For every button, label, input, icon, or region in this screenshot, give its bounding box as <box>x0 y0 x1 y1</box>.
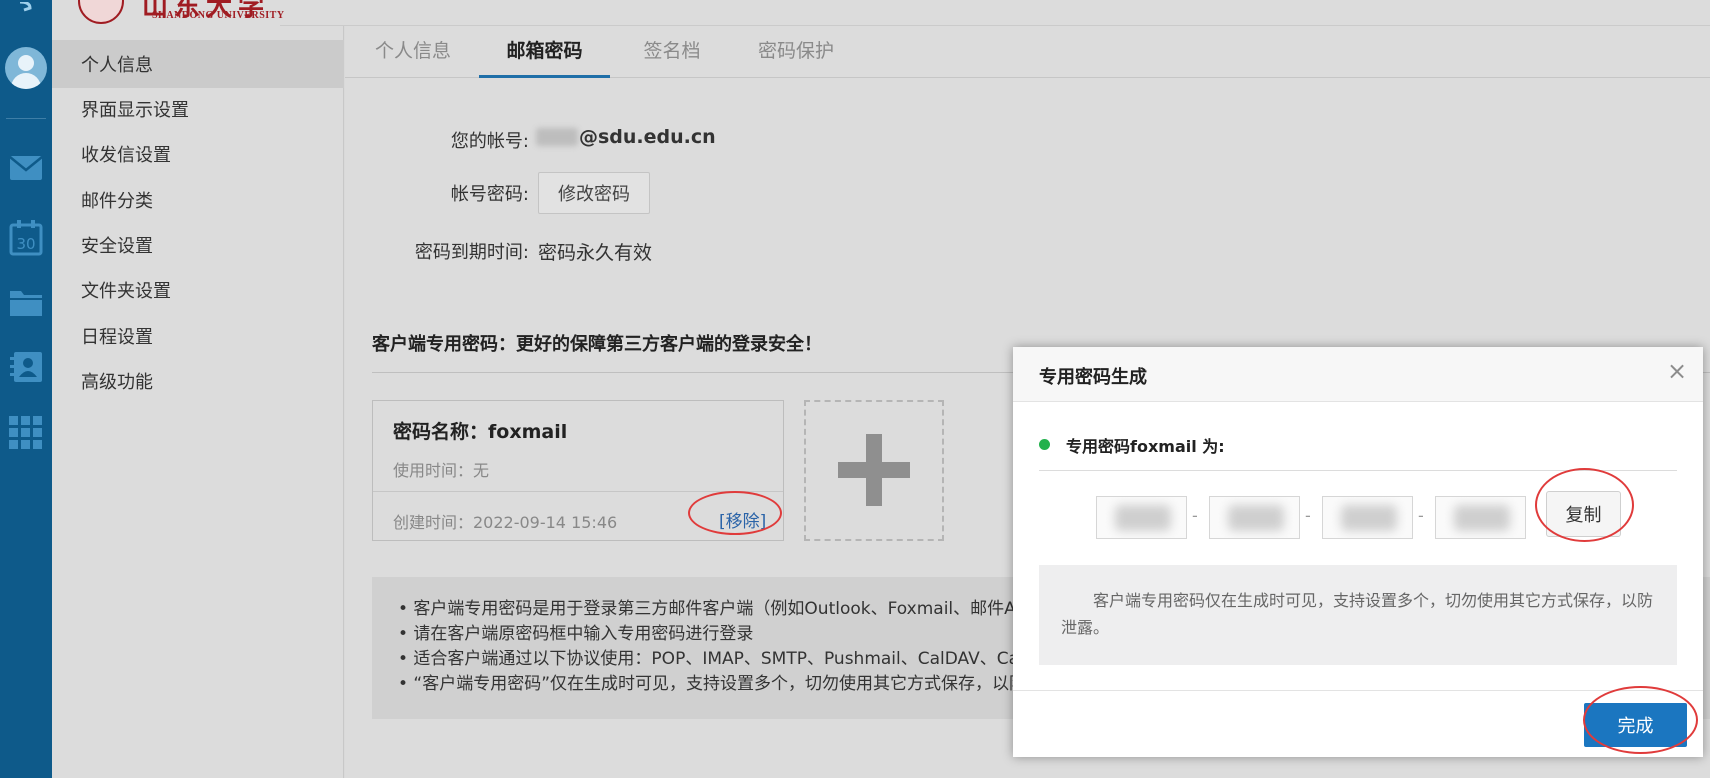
settings-nav-display[interactable]: 界面显示设置 <box>52 85 344 133</box>
settings-nav-label: 日程设置 <box>81 327 153 348</box>
settings-nav-label: 高级功能 <box>81 372 153 393</box>
calendar-day-number: 30 <box>16 235 35 253</box>
settings-nav-label: 安全设置 <box>81 236 153 257</box>
tab-mailbox-password[interactable]: 邮箱密码 <box>479 36 610 78</box>
settings-nav-label: 文件夹设置 <box>81 281 171 302</box>
expire-label: 密码到期时间: <box>414 242 529 263</box>
account-email: @sdu.edu.cn <box>579 126 716 148</box>
tab-label: 邮箱密码 <box>506 40 583 62</box>
settings-sidebar: 个人信息 界面显示设置 收发信设置 邮件分类 安全设置 文件夹设置 日程设置 高… <box>52 26 344 778</box>
settings-nav-label: 收发信设置 <box>81 145 171 166</box>
status-dot-icon <box>1039 439 1050 450</box>
contacts-icon[interactable] <box>0 348 52 386</box>
tab-label: 签名档 <box>643 40 701 62</box>
password-segment-2 <box>1209 496 1300 539</box>
settings-nav-mail-categories[interactable]: 邮件分类 <box>52 176 344 224</box>
dialog-title: 专用密码生成 <box>1039 367 1147 388</box>
highlight-circle-remove <box>688 491 782 535</box>
add-client-password-button[interactable] <box>804 400 944 541</box>
compose-icon[interactable] <box>0 0 52 18</box>
settings-tab-bar: 个人信息 邮箱密码 签名档 密码保护 <box>345 26 1710 78</box>
close-icon[interactable]: × <box>1667 359 1687 383</box>
settings-nav-label: 界面显示设置 <box>81 100 189 121</box>
password-used-time: 使用时间：无 <box>393 461 490 480</box>
expire-value: 密码永久有效 <box>538 242 653 264</box>
settings-nav-folders[interactable]: 文件夹设置 <box>52 266 344 314</box>
client-password-section-title: 客户端专用密码：更好的保障第三方客户端的登录安全！ <box>372 334 822 355</box>
password-label: 帐号密码: <box>450 184 529 205</box>
settings-nav-label: 邮件分类 <box>81 191 153 212</box>
tab-label: 密码保护 <box>757 40 834 62</box>
password-dash: - <box>1418 506 1424 525</box>
dialog-tip: 客户端专用密码仅在生成时可见，支持设置多个，切勿使用其它方式保存，以防泄露。 <box>1039 565 1677 665</box>
calendar-icon[interactable]: 30 <box>0 218 52 258</box>
university-seal-logo <box>78 0 124 24</box>
avatar[interactable] <box>0 44 52 92</box>
tab-password-protection[interactable]: 密码保护 <box>755 36 837 78</box>
account-username-redacted <box>536 128 578 146</box>
dialog-subtitle: 专用密码foxmail 为: <box>1066 437 1225 456</box>
password-segment-4 <box>1435 496 1526 539</box>
tab-signature[interactable]: 签名档 <box>641 36 703 78</box>
highlight-circle-done <box>1583 686 1698 754</box>
settings-nav-advanced[interactable]: 高级功能 <box>52 357 344 405</box>
app-icon-bar: 30 <box>0 0 52 778</box>
settings-nav-send-receive[interactable]: 收发信设置 <box>52 130 344 178</box>
apps-grid-icon[interactable] <box>0 414 52 452</box>
avatar-icon <box>5 47 47 89</box>
icon-bar-divider <box>0 118 52 119</box>
password-segment-3 <box>1322 496 1413 539</box>
change-password-button[interactable]: 修改密码 <box>538 172 650 214</box>
password-generated-dialog: 专用密码生成 × 专用密码foxmail 为: - - - 复制 客户端专用密码… <box>1013 347 1703 757</box>
settings-nav-label: 个人信息 <box>81 55 153 76</box>
password-created-time: 创建时间：2022-09-14 15:46 <box>393 513 618 532</box>
university-name-en: SHANDONG UNIVERSITY <box>152 10 285 21</box>
highlight-circle-copy <box>1535 468 1634 542</box>
account-label: 您的帐号: <box>450 131 529 152</box>
tab-personal-info[interactable]: 个人信息 <box>372 36 454 78</box>
folder-icon[interactable] <box>0 284 52 320</box>
password-name: 密码名称：foxmail <box>393 421 568 443</box>
settings-nav-personal-info[interactable]: 个人信息 <box>52 40 344 88</box>
password-dash: - <box>1192 506 1198 525</box>
settings-nav-security[interactable]: 安全设置 <box>52 221 344 269</box>
password-segment-1 <box>1096 496 1187 539</box>
tab-label: 个人信息 <box>374 40 451 62</box>
mail-icon[interactable] <box>0 152 52 184</box>
dialog-header: 专用密码生成 × <box>1013 347 1703 402</box>
plus-icon-bar <box>838 462 910 478</box>
header-logo-strip: 山东大学 SHANDONG UNIVERSITY <box>52 0 1710 26</box>
settings-nav-calendar[interactable]: 日程设置 <box>52 312 344 360</box>
password-dash: - <box>1305 506 1311 525</box>
dialog-footer-divider <box>1013 690 1703 691</box>
